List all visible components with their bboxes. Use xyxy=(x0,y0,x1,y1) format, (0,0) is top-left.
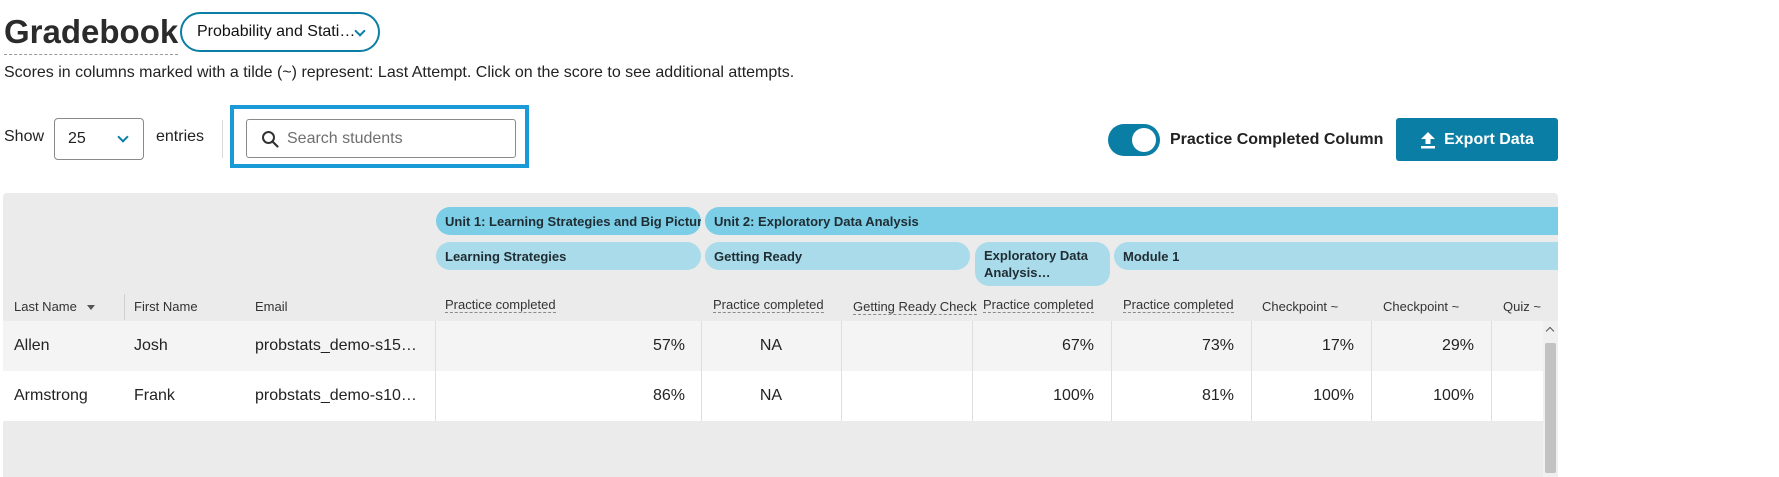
column-header-practice-completed[interactable]: Practice completed xyxy=(983,297,1094,313)
search-icon xyxy=(262,130,279,148)
score-cell[interactable]: 57% xyxy=(435,321,685,371)
chevron-down-icon xyxy=(117,131,129,143)
module-header-4: Module 1 xyxy=(1114,242,1558,270)
score-cell[interactable]: 73% xyxy=(1111,321,1234,371)
page-description: Scores in columns marked with a tilde (~… xyxy=(4,64,795,81)
first-name-cell: Frank xyxy=(134,387,175,404)
score-cell[interactable] xyxy=(1491,321,1541,371)
sort-down-icon xyxy=(86,305,95,311)
table-row: Allen Josh probstats_demo-s15… 57% NA 67… xyxy=(3,321,1543,371)
last-name-cell: Armstrong xyxy=(14,387,88,404)
score-cell[interactable] xyxy=(841,371,966,421)
first-name-cell: Josh xyxy=(134,337,168,354)
export-data-label: Export Data xyxy=(1444,130,1534,148)
score-cell[interactable]: NA xyxy=(701,371,841,421)
column-header-practice-completed[interactable]: Practice completed xyxy=(713,297,824,313)
unit-header-2: Unit 2: Exploratory Data Analysis xyxy=(705,207,1558,235)
score-cell[interactable]: 100% xyxy=(1251,371,1354,421)
table-row: Armstrong Frank probstats_demo-s10… 86% … xyxy=(3,371,1543,421)
scrollbar-thumb[interactable] xyxy=(1545,343,1556,473)
gradebook-table: Unit 1: Learning Strategies and Big Pict… xyxy=(3,193,1558,477)
email-cell: probstats_demo-s10… xyxy=(255,387,417,404)
search-field[interactable] xyxy=(246,119,516,158)
column-header-first-name[interactable]: First Name xyxy=(134,299,198,314)
module-header-3: Exploratory Data Analysis… xyxy=(975,242,1110,286)
entries-select-value: 25 xyxy=(68,130,86,147)
course-select-value: Probability and Statistics xyxy=(197,23,357,40)
entries-label: entries xyxy=(156,128,205,145)
unit-header-1: Unit 1: Learning Strategies and Big Pict… xyxy=(436,207,701,235)
score-cell[interactable]: 86% xyxy=(435,371,685,421)
column-header-checkpoint[interactable]: Checkpoint ~ xyxy=(1383,299,1459,314)
show-label: Show xyxy=(4,128,45,145)
score-cell[interactable]: 17% xyxy=(1251,321,1354,371)
upload-icon xyxy=(1421,131,1436,148)
column-header-practice-completed[interactable]: Practice completed xyxy=(445,297,556,313)
toggle-knob xyxy=(1132,128,1156,152)
score-cell[interactable]: 29% xyxy=(1371,321,1474,371)
module-header-1: Learning Strategies xyxy=(436,242,701,270)
column-header-getting-ready-check[interactable]: Getting Ready Check xyxy=(853,299,977,315)
entries-select[interactable]: 25 xyxy=(54,118,144,160)
toggle-label: Practice Completed Column xyxy=(1170,131,1384,148)
score-cell[interactable]: 100% xyxy=(1371,371,1474,421)
column-divider xyxy=(124,294,125,320)
search-input[interactable] xyxy=(287,129,507,148)
column-header-quiz[interactable]: Quiz ~ xyxy=(1503,299,1541,314)
column-header-checkpoint[interactable]: Checkpoint ~ xyxy=(1262,299,1338,314)
practice-completed-toggle[interactable] xyxy=(1108,124,1160,156)
column-header-last-name[interactable]: Last Name xyxy=(14,299,95,314)
course-select[interactable]: Probability and Statistics xyxy=(180,12,380,52)
column-header-practice-completed[interactable]: Practice completed xyxy=(1123,297,1234,313)
score-cell[interactable]: 100% xyxy=(972,371,1094,421)
last-name-cell: Allen xyxy=(14,337,50,354)
export-data-button[interactable]: Export Data xyxy=(1396,118,1558,161)
column-header-email[interactable]: Email xyxy=(255,299,288,314)
page-title: Gradebook xyxy=(4,12,179,55)
email-cell: probstats_demo-s15… xyxy=(255,337,417,354)
score-cell[interactable]: NA xyxy=(701,321,841,371)
score-cell[interactable]: 81% xyxy=(1111,371,1234,421)
module-header-2: Getting Ready xyxy=(705,242,970,270)
score-cell[interactable]: 67% xyxy=(972,321,1094,371)
score-cell[interactable] xyxy=(841,321,966,371)
vertical-scrollbar[interactable] xyxy=(1543,321,1558,477)
divider xyxy=(222,120,223,158)
score-cell[interactable] xyxy=(1491,371,1541,421)
scroll-up-arrow-icon[interactable] xyxy=(1545,326,1555,336)
